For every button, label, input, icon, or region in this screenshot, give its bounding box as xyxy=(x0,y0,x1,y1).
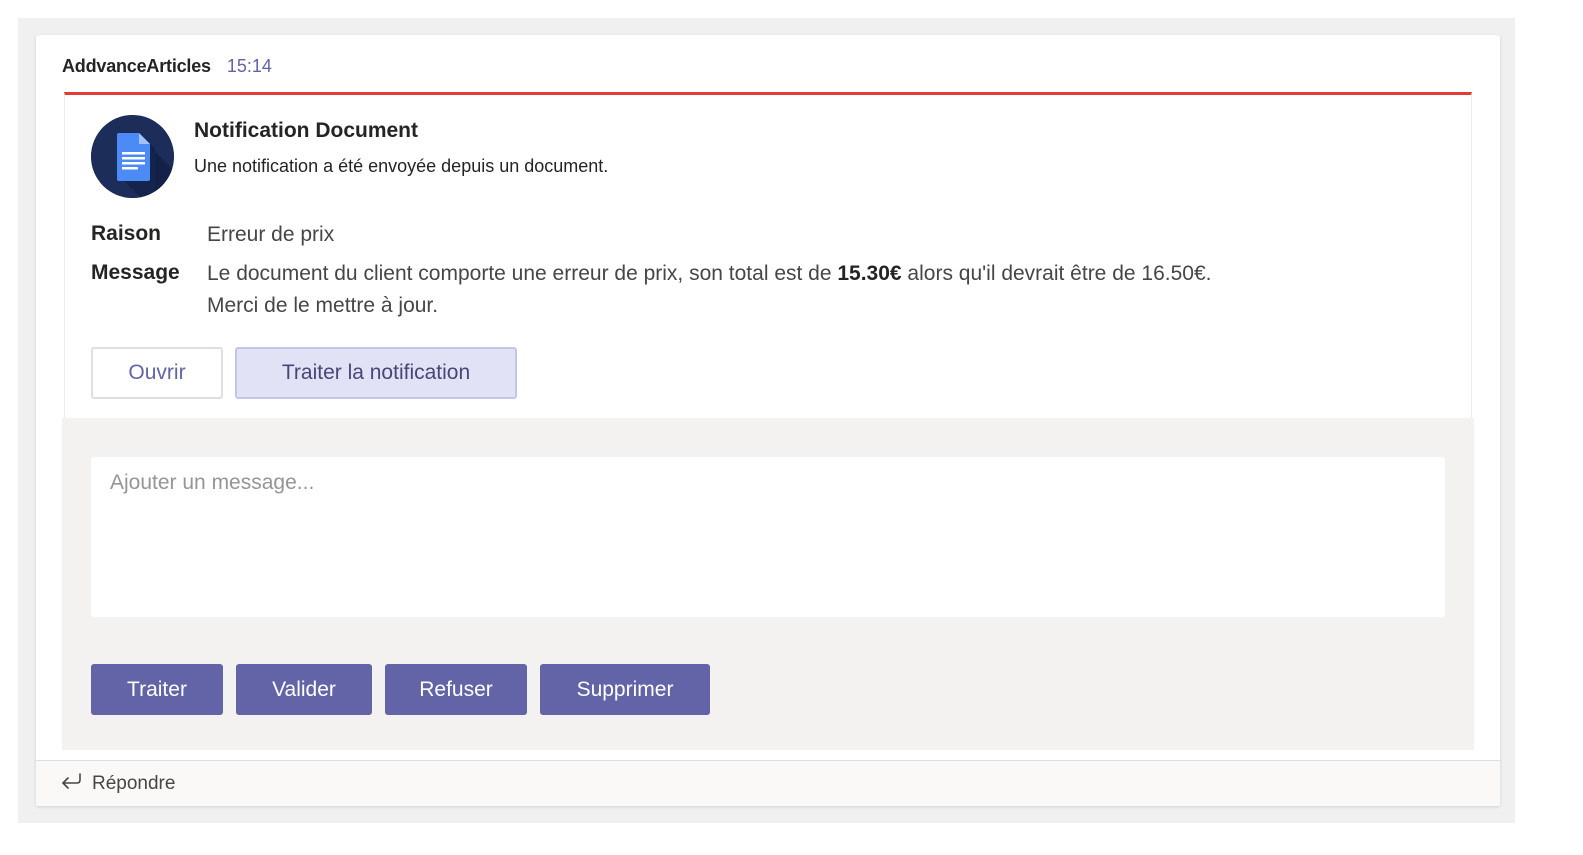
open-button[interactable]: Ouvrir xyxy=(91,347,223,399)
fact-reason-value: Erreur de prix xyxy=(207,223,335,246)
message-timestamp: 15:14 xyxy=(226,56,272,76)
reject-button[interactable]: Refuser xyxy=(385,664,527,715)
delete-button[interactable]: Supprimer xyxy=(540,664,710,715)
reply-arrow-icon xyxy=(60,772,82,795)
process-button[interactable]: Traiter xyxy=(91,664,223,715)
message-text-part2: alors qu'il devrait être de 16.50€. xyxy=(901,262,1212,285)
message-header: AddvanceArticles 15:14 xyxy=(62,56,272,78)
message-text-part1: Le document du client comporte une erreu… xyxy=(207,262,838,285)
validate-button[interactable]: Valider xyxy=(236,664,372,715)
process-notification-button[interactable]: Traiter la notification xyxy=(235,347,517,399)
reply-button[interactable]: Répondre xyxy=(36,760,1500,806)
message-text-line2: Merci de le mettre à jour. xyxy=(207,294,439,317)
card-title: Notification Document xyxy=(194,119,418,142)
fact-reason-label: Raison xyxy=(91,222,162,245)
google-docs-icon xyxy=(91,115,174,198)
card-subtitle: Une notification a été envoyée depuis un… xyxy=(194,156,609,176)
sender-name: AddvanceArticles xyxy=(62,56,211,76)
message-text-bold-amount: 15.30€ xyxy=(837,262,902,285)
reply-label: Répondre xyxy=(92,772,176,794)
message-input[interactable] xyxy=(91,457,1445,617)
fact-message-label: Message xyxy=(91,261,180,284)
fact-message-value: Le document du client comporte une erreu… xyxy=(207,258,1211,322)
